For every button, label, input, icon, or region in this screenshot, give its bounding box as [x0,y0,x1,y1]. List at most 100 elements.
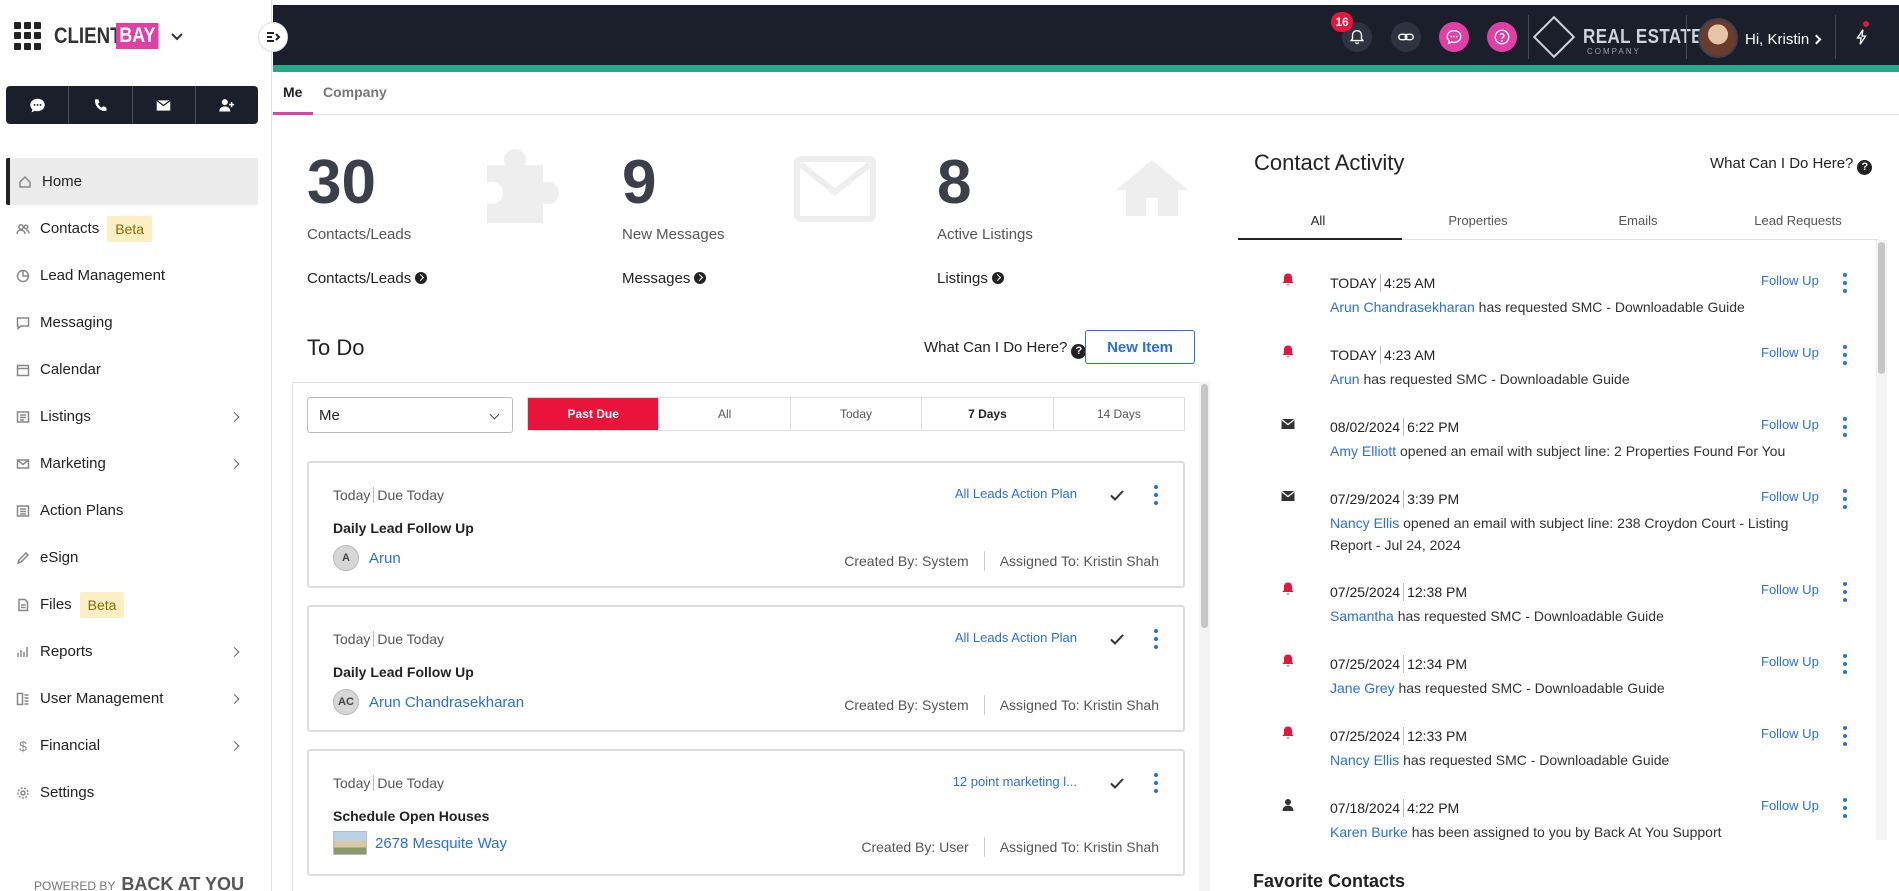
activity-contact-link[interactable]: Karen Burke [1330,824,1408,840]
contact-activity-help-link[interactable]: What Can I Do Here?? [1710,155,1873,175]
listing-thumbnail [333,831,367,855]
file-icon [14,598,32,612]
follow-up-button[interactable]: Follow Up [1761,654,1819,669]
quick-call-button[interactable] [69,86,133,124]
user-avatar[interactable] [1698,18,1738,58]
sidebar-item-marketing[interactable]: Marketing [6,440,258,487]
contact-activity-title: Contact Activity [1254,150,1405,175]
quick-tools-button[interactable] [1849,24,1875,50]
kebab-menu-icon[interactable] [1842,489,1848,509]
quick-add-contact-button[interactable] [196,86,258,124]
links-button[interactable] [1391,22,1421,52]
kebab-menu-icon[interactable] [1153,773,1159,793]
kebab-menu-icon[interactable] [1842,345,1848,365]
kebab-menu-icon[interactable] [1842,654,1848,674]
sidebar: CLIENT BAY Home Contacts Beta Lead Manag… [0,0,272,891]
task-contact-link[interactable]: AC Arun Chandrasekharan [333,689,524,715]
activity-contact-link[interactable]: Arun Chandrasekharan [1330,299,1475,315]
check-icon[interactable] [1109,487,1125,503]
kebab-menu-icon[interactable] [1842,798,1848,818]
message-icon [14,316,32,330]
kebab-menu-icon[interactable] [1842,726,1848,746]
clientbay-logo[interactable]: CLIENT BAY [54,21,184,51]
quick-tools-dot [1863,21,1869,27]
quick-email-button[interactable] [133,86,196,124]
task-card[interactable]: Today Due Today All Leads Action Plan Dai… [307,605,1185,732]
quick-chat-button[interactable] [6,86,70,124]
chevron-right-icon [229,411,240,422]
filter-7-days[interactable]: 7 Days [922,398,1054,430]
follow-up-button[interactable]: Follow Up [1761,489,1819,504]
activity-contact-link[interactable]: Arun [1330,371,1360,387]
task-plan-link[interactable]: 12 point marketing l... [953,774,1077,789]
sidebar-item-messaging[interactable]: Messaging [6,299,258,346]
new-item-button[interactable]: New Item [1085,330,1195,364]
task-contact-link[interactable]: A Arun [333,545,401,571]
stat-link-listings[interactable]: Listings [937,270,1004,287]
activity-contact-link[interactable]: Samantha [1330,608,1394,624]
tab-lead-requests[interactable]: Lead Requests [1718,207,1878,239]
stat-link-messages[interactable]: Messages [622,270,707,287]
sidebar-item-action-plans[interactable]: Action Plans [6,487,258,534]
activity-contact-link[interactable]: Amy Elliott [1330,443,1396,459]
follow-up-button[interactable]: Follow Up [1761,582,1819,597]
task-when: Today Due Today [333,775,444,791]
sidebar-item-user-management[interactable]: User Management [6,675,258,722]
sidebar-item-reports[interactable]: Reports [6,628,258,675]
follow-up-button[interactable]: Follow Up [1761,726,1819,741]
arrow-circle-icon [415,272,428,284]
activity-contact-link[interactable]: Jane Grey [1330,680,1395,696]
sidebar-item-home[interactable]: Home [6,158,258,205]
follow-up-button[interactable]: Follow Up [1761,798,1819,813]
tab-emails[interactable]: Emails [1558,207,1718,239]
todo-help-link[interactable]: What Can I Do Here?? [924,339,1087,359]
activity-contact-link[interactable]: Nancy Ellis [1330,752,1399,768]
tab-all[interactable]: All [1238,207,1402,240]
kebab-menu-icon[interactable] [1842,582,1848,602]
filter-today[interactable]: Today [791,398,923,430]
task-plan-link[interactable]: All Leads Action Plan [955,630,1077,645]
tab-me[interactable]: Me [283,84,302,100]
user-greeting[interactable]: Hi, Kristin [1745,31,1809,48]
activity-text: Karen Burke has been assigned to you by … [1330,821,1820,840]
kebab-menu-icon[interactable] [1842,417,1848,437]
collapse-sidebar-button[interactable] [258,22,288,52]
kebab-menu-icon[interactable] [1153,629,1159,649]
filter-past-due[interactable]: Past Due [528,398,660,430]
tab-properties[interactable]: Properties [1398,207,1558,239]
stat-link-contacts[interactable]: Contacts/Leads [307,270,428,287]
sidebar-item-financial[interactable]: $ Financial [6,722,258,769]
app-grid-icon[interactable] [14,22,42,50]
check-icon[interactable] [1109,775,1125,791]
task-card[interactable]: Today Due Today 12 point marketing l... S… [307,749,1185,876]
check-icon[interactable] [1109,631,1125,647]
sidebar-item-calendar[interactable]: Calendar [6,346,258,393]
activity-date: 07/25/2024 [1330,728,1401,744]
chat-button[interactable] [1439,22,1469,52]
sidebar-item-esign[interactable]: eSign [6,534,258,581]
task-listing-link[interactable]: 2678 Mesquite Way [333,831,507,855]
sidebar-item-contacts[interactable]: Contacts Beta [6,205,258,252]
kebab-menu-icon[interactable] [1842,273,1848,293]
filter-14-days[interactable]: 14 Days [1054,398,1184,430]
follow-up-button[interactable]: Follow Up [1761,273,1819,288]
assignee-select[interactable]: Me [307,397,513,433]
kebab-menu-icon[interactable] [1153,485,1159,505]
help-button[interactable] [1487,22,1517,52]
sidebar-item-lead-management[interactable]: Lead Management [6,252,258,299]
follow-up-button[interactable]: Follow Up [1761,345,1819,360]
sidebar-item-settings[interactable]: Settings [6,769,258,816]
sidebar-item-listings[interactable]: Listings [6,393,258,440]
tab-company[interactable]: Company [323,84,387,100]
activity-text: Nancy Ellis opened an email with subject… [1330,512,1820,556]
activity-date: 07/18/2024 [1330,800,1401,816]
task-plan-link[interactable]: All Leads Action Plan [955,486,1077,501]
sidebar-item-files[interactable]: Files Beta [6,581,258,628]
todo-scrollbar-thumb[interactable] [1201,384,1208,628]
task-card[interactable]: Today Due Today All Leads Action Plan Dai… [307,461,1185,588]
chevron-right-icon [229,693,240,704]
filter-all[interactable]: All [659,398,791,430]
follow-up-button[interactable]: Follow Up [1761,417,1819,432]
activity-scrollbar-thumb[interactable] [1878,242,1885,374]
activity-contact-link[interactable]: Nancy Ellis [1330,515,1399,531]
